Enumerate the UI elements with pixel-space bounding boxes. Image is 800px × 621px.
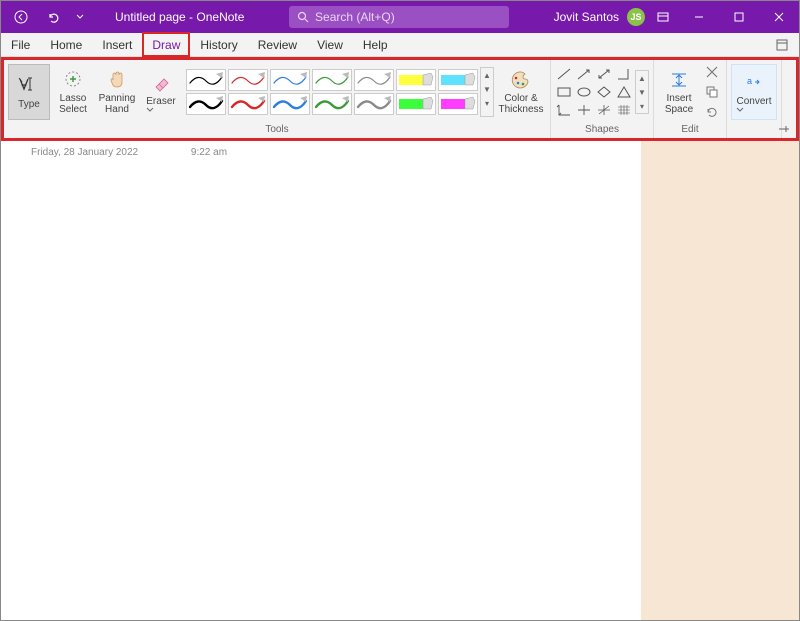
- canvas-area: Friday, 28 January 2022 9:22 am: [1, 141, 799, 620]
- pen-swatch[interactable]: [228, 69, 268, 91]
- shapes-up-icon[interactable]: ▲: [636, 71, 648, 85]
- group-label-shapes: Shapes: [585, 124, 619, 138]
- fullscreen-icon[interactable]: [765, 33, 799, 56]
- tab-insert[interactable]: Insert: [92, 33, 142, 56]
- tab-help[interactable]: Help: [353, 33, 398, 56]
- document-title: Untitled page: [115, 10, 186, 24]
- shapes-more-icon[interactable]: ▾: [636, 99, 648, 113]
- search-placeholder: Search (Alt+Q): [315, 10, 395, 24]
- rotate-icon[interactable]: [702, 103, 722, 121]
- group-label-tools: Tools: [265, 124, 288, 138]
- menu-bar: File Home Insert Draw History Review Vie…: [1, 33, 799, 57]
- hand-icon: [106, 69, 128, 91]
- tab-review[interactable]: Review: [248, 33, 307, 56]
- qat-more-icon[interactable]: [75, 7, 85, 27]
- side-pane[interactable]: [641, 141, 799, 620]
- pen-swatch[interactable]: [312, 93, 352, 115]
- shape-axes-xy[interactable]: [555, 102, 573, 118]
- svg-text:a: a: [747, 76, 752, 86]
- pen-swatch[interactable]: [354, 69, 394, 91]
- pen-gallery: [184, 67, 480, 117]
- pen-swatch[interactable]: [228, 93, 268, 115]
- tab-draw[interactable]: Draw: [142, 32, 190, 57]
- palette-icon: [510, 69, 532, 91]
- pen-swatch[interactable]: [396, 93, 436, 115]
- lasso-select-button[interactable]: Lasso Select: [52, 64, 94, 120]
- insert-space-icon: [669, 69, 689, 91]
- search-box[interactable]: Search (Alt+Q): [289, 6, 509, 28]
- insert-space-button[interactable]: Insert Space: [658, 64, 700, 120]
- pen-swatch[interactable]: [396, 69, 436, 91]
- shape-axes-2d[interactable]: [575, 102, 593, 118]
- color-thickness-button[interactable]: Color & Thickness: [496, 64, 546, 120]
- tab-view[interactable]: View: [307, 33, 353, 56]
- shape-ellipse[interactable]: [575, 84, 593, 100]
- pin-ribbon-icon[interactable]: [778, 124, 790, 134]
- back-icon[interactable]: [11, 7, 31, 27]
- group-label-edit: Edit: [681, 124, 698, 138]
- shape-axes-3d[interactable]: [595, 102, 613, 118]
- tab-home[interactable]: Home: [40, 33, 92, 56]
- app-name: OneNote: [196, 10, 244, 24]
- eraser-icon: [150, 72, 172, 94]
- pen-swatch[interactable]: [438, 69, 478, 91]
- shape-triangle[interactable]: [615, 84, 633, 100]
- window-title: Untitled page - OneNote: [115, 10, 244, 24]
- pen-swatch[interactable]: [312, 69, 352, 91]
- page-date-line: Friday, 28 January 2022 9:22 am: [31, 147, 611, 158]
- ink-to-text-icon: a: [744, 72, 764, 94]
- gallery-down-icon[interactable]: ▼: [481, 82, 493, 96]
- tab-file[interactable]: File: [1, 33, 40, 56]
- maximize-button[interactable]: [719, 1, 759, 33]
- title-separator: -: [186, 10, 197, 24]
- shape-axes-grid[interactable]: [615, 102, 633, 118]
- pen-swatch[interactable]: [354, 93, 394, 115]
- gallery-up-icon[interactable]: ▲: [481, 68, 493, 82]
- ribbon: Type Lasso Select Panning Hand Eraser: [4, 60, 796, 138]
- pen-swatch[interactable]: [186, 93, 226, 115]
- pen-swatch[interactable]: [438, 93, 478, 115]
- shape-elbow[interactable]: [615, 66, 633, 82]
- shape-double-arrow[interactable]: [595, 66, 613, 82]
- close-button[interactable]: [759, 1, 799, 33]
- chevron-down-icon: [736, 107, 744, 112]
- type-button[interactable]: Type: [8, 64, 50, 120]
- ribbon-highlight-box: Type Lasso Select Panning Hand Eraser: [1, 57, 799, 141]
- avatar[interactable]: JS: [627, 8, 645, 26]
- pen-swatch[interactable]: [186, 69, 226, 91]
- user-name[interactable]: Jovit Santos: [554, 10, 619, 24]
- undo-icon[interactable]: [43, 7, 63, 27]
- pen-swatch[interactable]: [270, 93, 310, 115]
- eraser-button[interactable]: Eraser: [140, 64, 182, 120]
- panning-hand-button[interactable]: Panning Hand: [96, 64, 138, 120]
- search-icon: [297, 11, 309, 23]
- cursor-text-icon: [18, 75, 40, 97]
- shape-arrow[interactable]: [575, 66, 593, 82]
- page-date: Friday, 28 January 2022: [31, 147, 138, 158]
- shape-gallery: [555, 66, 633, 118]
- shapes-down-icon[interactable]: ▼: [636, 85, 648, 99]
- arrange-icon[interactable]: [702, 83, 722, 101]
- ribbon-display-icon[interactable]: [653, 7, 673, 27]
- lasso-icon: [62, 69, 84, 91]
- page-time: 9:22 am: [191, 147, 227, 158]
- pen-swatch[interactable]: [270, 69, 310, 91]
- page-canvas[interactable]: Friday, 28 January 2022 9:22 am: [1, 141, 641, 620]
- chevron-down-icon: [146, 107, 154, 112]
- title-bar: Untitled page - OneNote Search (Alt+Q) J…: [1, 1, 799, 33]
- shape-diamond[interactable]: [595, 84, 613, 100]
- delete-icon[interactable]: [702, 63, 722, 81]
- gallery-more-icon[interactable]: ▾: [481, 96, 493, 110]
- convert-button[interactable]: a Convert: [731, 64, 777, 120]
- shape-line[interactable]: [555, 66, 573, 82]
- shape-rect[interactable]: [555, 84, 573, 100]
- minimize-button[interactable]: [679, 1, 719, 33]
- tab-history[interactable]: History: [190, 33, 247, 56]
